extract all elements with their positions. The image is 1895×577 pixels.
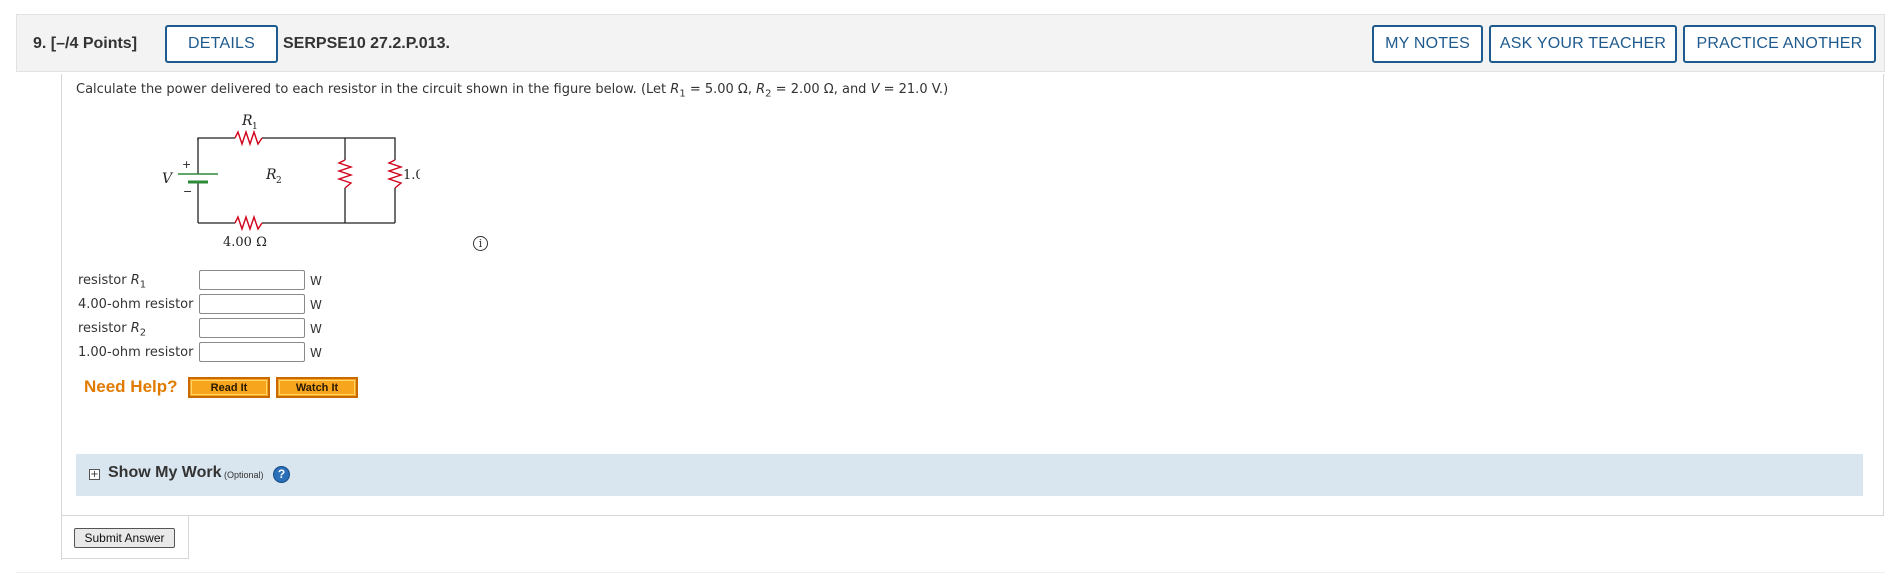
question-number: 9. [–/4 Points] [33, 35, 137, 53]
r2-label-sub: 2 [276, 176, 282, 186]
answer-label-r2-symbol: R [130, 321, 140, 336]
answer-label-r2-sub: 2 [139, 327, 147, 339]
answer-label-r1: resistor R1 [78, 273, 146, 291]
question-body-left-border [61, 74, 62, 560]
circuit-figure: R 1 R 2 V + − 1.00 Ω 4.00 Ω [150, 108, 447, 257]
prompt-r2-symbol: R [756, 82, 766, 97]
answer-input-1ohm[interactable] [199, 342, 305, 362]
answer-unit-r1: W [310, 274, 322, 288]
info-icon[interactable]: i [473, 236, 488, 251]
prompt-r1-value: = 5.00 Ω, [685, 82, 757, 97]
bottom-resistor-label: 4.00 Ω [223, 235, 267, 250]
read-it-button[interactable]: Read It [188, 377, 270, 398]
question-header: 9. [–/4 Points] DETAILS SERPSE10 27.2.P.… [16, 14, 1885, 72]
ask-your-teacher-button[interactable]: ASK YOUR TEACHER [1489, 25, 1677, 63]
question-prompt: Calculate the power delivered to each re… [76, 82, 948, 100]
answer-label-r2-prefix: resistor [78, 321, 131, 336]
answer-unit-1ohm: W [310, 346, 322, 360]
show-my-work-help-icon[interactable]: ? [273, 466, 290, 483]
right-resistor-label: 1.00 Ω [403, 168, 420, 183]
resistor-r1-shape [234, 129, 263, 147]
v-label: V [162, 171, 174, 187]
prompt-text: Calculate the power delivered to each re… [76, 82, 671, 97]
battery-plus: + [182, 158, 191, 171]
answer-unit-4ohm: W [310, 298, 322, 312]
answer-unit-r2: W [310, 322, 322, 336]
details-button[interactable]: DETAILS [165, 25, 278, 63]
prompt-r2-value: = 2.00 Ω, and [771, 82, 871, 97]
watch-it-button[interactable]: Watch It [276, 377, 358, 398]
prompt-r1-symbol: R [670, 82, 680, 97]
resistor-1ohm-shape [386, 159, 404, 189]
answer-input-4ohm[interactable] [199, 294, 305, 314]
answer-label-r1-prefix: resistor [78, 273, 131, 288]
submit-answer-button[interactable]: Submit Answer [74, 528, 175, 548]
show-my-work-optional: (Optional) [224, 470, 264, 480]
r1-label-sub: 1 [252, 122, 258, 132]
answer-label-4ohm: 4.00-ohm resistor [78, 297, 193, 312]
circuit-diagram: R 1 R 2 V + − 1.00 Ω 4.00 Ω [162, 113, 447, 250]
need-help-label: Need Help? [84, 377, 178, 396]
show-my-work-toggle[interactable]: + [89, 469, 100, 480]
my-notes-button[interactable]: MY NOTES [1372, 25, 1483, 63]
answer-label-r2: resistor R2 [78, 321, 146, 339]
practice-another-button[interactable]: PRACTICE ANOTHER [1683, 25, 1876, 63]
answer-input-r2[interactable] [199, 318, 305, 338]
question-id: SERPSE10 27.2.P.013. [283, 35, 450, 52]
battery-minus: − [183, 185, 192, 198]
resistor-r2-shape [336, 159, 354, 189]
answer-label-4ohm-text: 4.00-ohm resistor [78, 297, 194, 312]
answer-input-r1[interactable] [199, 270, 305, 290]
question-points: [–/4 Points] [50, 35, 138, 52]
resistor-4ohm-shape [234, 214, 263, 232]
prompt-v-value: = 21.0 V.) [879, 82, 949, 97]
answer-label-r1-symbol: R [130, 273, 140, 288]
answer-label-1ohm: 1.00-ohm resistor [78, 345, 193, 360]
divider [16, 572, 1885, 573]
answer-label-r1-sub: 1 [139, 279, 147, 291]
answer-label-1ohm-text: 1.00-ohm resistor [78, 345, 194, 360]
show-my-work-panel: + Show My Work (Optional) ? [76, 454, 1863, 496]
question-number-text: 9. [33, 35, 47, 52]
show-my-work-title[interactable]: Show My Work [108, 464, 222, 482]
